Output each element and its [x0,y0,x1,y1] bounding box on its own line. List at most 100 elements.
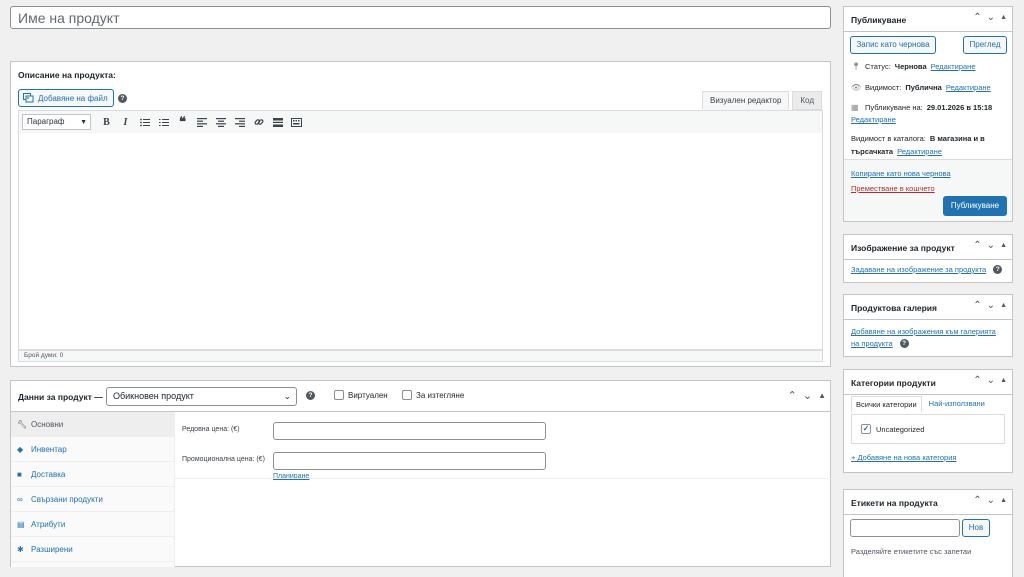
collapse-icon[interactable]: ▲ [1000,302,1007,311]
divider [175,478,831,479]
move-to-trash-link[interactable]: Преместване в кошчето [851,184,935,193]
tab-linked-label: Свързани продукти [31,494,103,504]
tab-inventory-label: Инвентар [31,444,67,454]
preview-button[interactable]: Преглед [963,36,1007,54]
publish-date-value: 29.01.2026 в 15:18 [926,103,993,112]
add-new-category-link[interactable]: + Добавяне на нова категория [851,453,956,462]
sale-price-label: Промоционална цена: (€) [182,456,265,463]
collapse-icon[interactable]: ▲ [1000,242,1007,251]
set-product-image-link[interactable]: Задаване на изображение за продукта [851,265,986,274]
move-up-icon[interactable]: ⌃ [788,389,797,402]
move-up-icon[interactable]: ⌃ [973,495,981,506]
format-select-value: Параграф [27,117,65,126]
format-select[interactable]: Параграф ▼ [22,114,91,130]
table-icon: ▤ [17,519,25,529]
product-data-tabs: 🔧︎ Основни ◆ Инвентар ■ Доставка ∞ Свързани … [11,412,175,567]
categories-title: Категории продукти [851,378,936,388]
word-count: Брой думи: 0 [18,350,823,362]
add-gallery-images-link[interactable]: Добавяне на изображения към галерията [851,327,996,336]
product-data-label: Данни за продукт — [18,392,103,402]
move-down-icon[interactable]: ⌄ [987,300,995,311]
product-title-input[interactable]: Име на продукт [10,6,831,29]
help-icon[interactable]: ? [306,391,315,400]
edit-status-link[interactable]: Редактиране [931,62,976,71]
add-media-label: Добавяне на файл [38,93,108,103]
move-up-icon[interactable]: ⌃ [973,375,981,386]
publish-button[interactable]: Публикуване [943,196,1007,216]
bold-icon[interactable]: B [97,113,116,131]
add-media-button[interactable]: Добавяне на файл [18,89,114,107]
status-value: Чернова [894,62,927,71]
virtual-checkbox[interactable]: Виртуален [334,390,388,400]
tab-attributes[interactable]: ▤ Атрибути [11,512,174,537]
collapse-icon[interactable]: ▲ [1000,497,1007,506]
tag-input[interactable] [850,519,960,537]
move-down-icon[interactable]: ⌄ [987,375,995,386]
tab-general[interactable]: 🔧︎ Основни [11,412,174,437]
truck-icon: ■ [17,469,22,479]
eye-icon: 👁︎ [851,83,862,92]
read-more-icon[interactable] [268,113,287,131]
edit-visibility-link[interactable]: Редактиране [946,83,991,92]
editor-toolbar: Параграф ▼ B I ❝ [18,110,823,134]
collapse-icon[interactable]: ▲ [1000,14,1007,23]
product-type-select[interactable]: Обикновен продукт ⌄ [106,387,297,406]
move-down-icon[interactable]: ⌄ [987,495,995,506]
status-row: 📍︎ Статус: Чернова Редактиране [851,62,976,71]
catalog-value-2: търсачката [851,147,894,156]
align-center-icon[interactable] [211,113,230,131]
tags-hint: Разделяйте етикетите със запетаи [851,547,972,556]
move-down-icon[interactable]: ⌄ [803,389,812,402]
visibility-value: Публична [905,83,942,92]
tab-inventory[interactable]: ◆ Инвентар [11,437,174,462]
checkbox-checked-icon[interactable]: ✓ [861,424,871,434]
edit-catalog-link[interactable]: Редактиране [897,147,942,156]
move-up-icon[interactable]: ⌃ [973,12,981,23]
tab-all-categories[interactable]: Всички категории [851,396,922,412]
visibility-label: Видимост: [865,83,902,92]
numbered-list-icon[interactable] [154,113,173,131]
copy-draft-link[interactable]: Копиране като нова чернова [851,169,951,178]
edit-date-row: Редактиране [851,115,896,124]
link-icon[interactable] [249,113,268,131]
blockquote-icon[interactable]: ❝ [173,113,192,131]
publish-date-label: Публикуване на: [865,103,923,112]
italic-icon[interactable]: I [116,113,135,131]
tab-most-used[interactable]: Най-използвани [924,396,989,412]
save-draft-button[interactable]: Запис като чернова [850,36,936,54]
regular-price-input[interactable] [273,422,546,440]
collapse-icon[interactable]: ▲ [1000,377,1007,386]
wrench-icon: 🔧︎ [17,419,28,429]
toolbar-toggle-icon[interactable] [287,113,306,131]
align-right-icon[interactable] [230,113,249,131]
sale-price-input[interactable] [273,452,546,470]
downloadable-label: За изтегляне [416,390,465,400]
tags-title: Етикети на продукта [851,498,938,508]
move-up-icon[interactable]: ⌃ [973,300,981,311]
downloadable-checkbox[interactable]: За изтегляне [402,390,464,400]
tab-visual-editor[interactable]: Визуален редактор [701,91,790,110]
align-left-icon[interactable] [192,113,211,131]
add-tag-button[interactable]: Нов [962,519,990,537]
edit-date-link[interactable]: Редактиране [851,115,896,124]
tab-shipping[interactable]: ■ Доставка [11,462,174,487]
move-down-icon[interactable]: ⌄ [987,12,995,23]
bullet-list-icon[interactable] [135,113,154,131]
category-item-label: Uncategorized [876,425,925,434]
content-editor-area[interactable] [18,133,823,350]
add-gallery-images-link-2[interactable]: на продукта [851,339,893,348]
product-image-title: Изображение за продукт [851,243,955,253]
move-down-icon[interactable]: ⌄ [987,240,995,251]
collapse-icon[interactable]: ▲ [818,391,826,402]
tab-code-editor[interactable]: Код [792,91,822,110]
help-icon[interactable]: ? [993,265,1003,274]
product-categories-box: Категории продукти ⌃ ⌄ ▲ Всички категории … [843,369,1013,473]
help-icon[interactable]: ? [899,339,909,348]
tab-linked-products[interactable]: ∞ Свързани продукти [11,487,174,512]
tab-advanced[interactable]: ✱ Разширени [11,537,174,562]
description-heading: Описание на продукта: [18,70,116,80]
catalog-label: Видимост в каталога: [851,134,926,143]
move-up-icon[interactable]: ⌃ [973,240,981,251]
checkbox-icon [334,390,344,400]
help-icon[interactable]: ? [118,94,127,103]
